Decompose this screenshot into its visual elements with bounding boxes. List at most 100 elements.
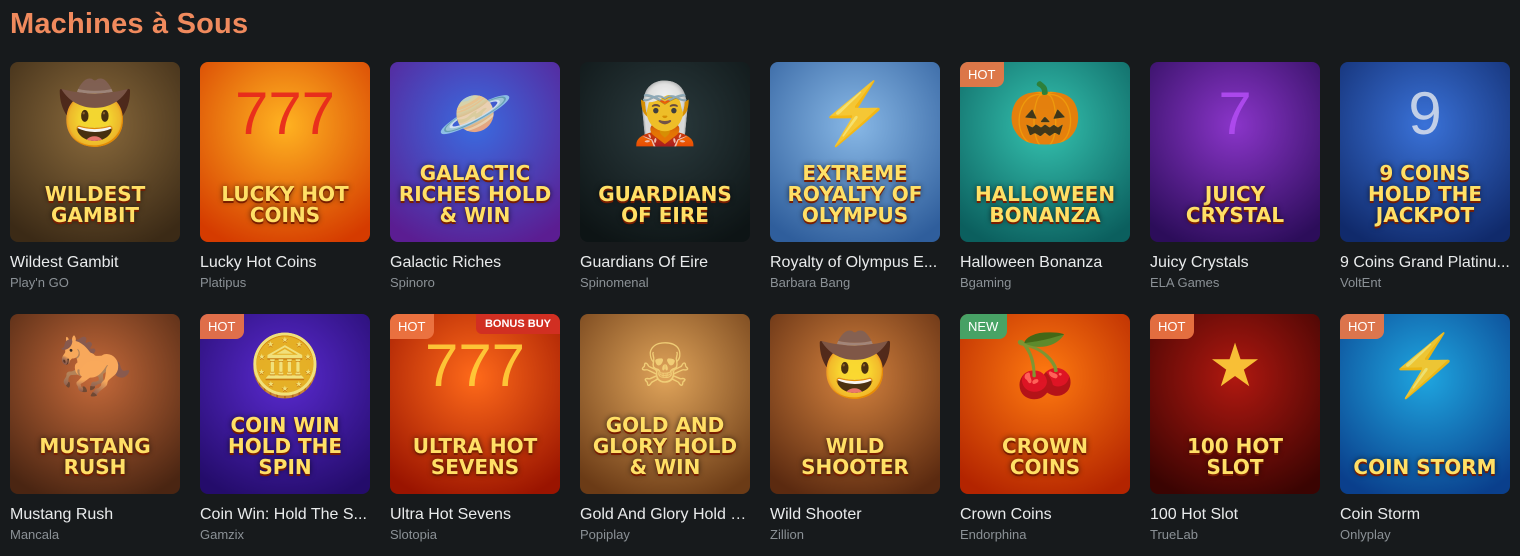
game-card[interactable]: 🤠 Wildest Gambit Wildest Gambit Play'n GO xyxy=(10,62,180,300)
game-provider: Play'n GO xyxy=(10,275,69,290)
game-art-icon: ★ xyxy=(1208,332,1262,399)
game-logo-text: Lucky Hot Coins xyxy=(221,182,349,227)
game-art-icon: 777 xyxy=(234,80,336,147)
slots-section: Machines à Sous 🤠 Wildest Gambit Wildest G… xyxy=(0,0,1520,556)
game-name[interactable]: Wild Shooter xyxy=(770,506,940,524)
game-thumbnail[interactable]: 🎃 Halloween Bonanza HOT xyxy=(960,62,1130,242)
game-name[interactable]: Lucky Hot Coins xyxy=(200,254,370,272)
game-logo-text: 100 Hot Slot xyxy=(1186,434,1284,479)
game-provider: Spinomenal xyxy=(580,275,649,290)
game-art-icon: 🤠 xyxy=(57,80,133,147)
game-provider: Gamzix xyxy=(200,527,245,542)
new-badge: NEW xyxy=(960,314,1008,339)
game-card[interactable]: 🤠 Wild Shooter Wild Shooter Zillion xyxy=(770,314,940,552)
game-provider: VoltEnt xyxy=(1340,275,1382,290)
game-logo-text: Crown Coins xyxy=(1002,434,1088,479)
section-title: Machines à Sous xyxy=(10,8,249,40)
game-thumbnail[interactable]: ⚡ extreme Royalty of Olympus xyxy=(770,62,940,242)
game-name[interactable]: Gold And Glory Hold a... xyxy=(580,506,750,524)
game-name[interactable]: 9 Coins Grand Platinu... xyxy=(1340,254,1510,272)
game-logo-text: Wild Shooter xyxy=(801,434,909,479)
game-card[interactable]: 🪐 Galactic Riches Hold & Win Galactic Rich… xyxy=(390,62,560,300)
game-logo-text: Gold and Glory Hold & Win xyxy=(592,413,738,479)
game-name[interactable]: Juicy Crystals xyxy=(1150,254,1320,272)
game-thumbnail[interactable]: 🤠 Wild Shooter xyxy=(770,314,940,494)
game-card[interactable]: 🎃 Halloween Bonanza HOT Halloween Bonanza Bg… xyxy=(960,62,1130,300)
game-thumbnail[interactable]: 777 Lucky Hot Coins xyxy=(200,62,370,242)
game-thumbnail[interactable]: 777 Ultra Hot Sevens HOT BONUS BUY xyxy=(390,314,560,494)
game-art-icon: 🎃 xyxy=(1007,80,1083,147)
game-thumbnail[interactable]: 9 9 Coins Hold the Jackpot xyxy=(1340,62,1510,242)
game-card[interactable]: 🍒 Crown Coins NEW Crown Coins Endorphina xyxy=(960,314,1130,552)
game-thumbnail[interactable]: 🪙 Coin Win Hold the Spin HOT xyxy=(200,314,370,494)
game-provider: Zillion xyxy=(770,527,804,542)
hot-badge: HOT xyxy=(960,62,1005,87)
game-thumbnail[interactable]: ☠ Gold and Glory Hold & Win xyxy=(580,314,750,494)
game-art-icon: 🤠 xyxy=(817,332,893,399)
game-name[interactable]: Crown Coins xyxy=(960,506,1130,524)
game-name[interactable]: Galactic Riches xyxy=(390,254,560,272)
game-art-icon: 🐎 xyxy=(57,332,133,399)
game-logo-text: Coin Storm xyxy=(1353,455,1497,479)
game-provider: TrueLab xyxy=(1150,527,1198,542)
game-provider: Popiplay xyxy=(580,527,630,542)
game-logo-text: 9 Coins Hold the Jackpot xyxy=(1367,161,1483,227)
game-thumbnail[interactable]: 🐎 Mustang Rush xyxy=(10,314,180,494)
game-art-icon: ⚡ xyxy=(1387,332,1463,399)
game-provider: Platipus xyxy=(200,275,247,290)
game-name[interactable]: Royalty of Olympus E... xyxy=(770,254,940,272)
hot-badge: HOT xyxy=(200,314,245,339)
game-logo-text: Guardians of Eire xyxy=(598,182,732,227)
game-logo-text: extreme Royalty of Olympus xyxy=(787,161,923,227)
game-provider: Mancala xyxy=(10,527,60,542)
game-card[interactable]: 777 Ultra Hot Sevens HOT BONUS BUY Ultra Hot… xyxy=(390,314,560,552)
game-card[interactable]: 🪙 Coin Win Hold the Spin HOT Coin Win: Hold… xyxy=(200,314,370,552)
game-grid: 🤠 Wildest Gambit Wildest Gambit Play'n GO 77… xyxy=(10,62,1510,552)
game-logo-text: Coin Win Hold the Spin xyxy=(227,413,343,479)
game-name[interactable]: Halloween Bonanza xyxy=(960,254,1130,272)
game-thumbnail[interactable]: 🧝 Guardians of Eire xyxy=(580,62,750,242)
game-name[interactable]: Coin Win: Hold The S... xyxy=(200,506,370,524)
game-logo-text: Wildest Gambit xyxy=(44,182,146,227)
game-provider: Endorphina xyxy=(960,527,1027,542)
game-logo-text: Juicy Crystal xyxy=(1185,182,1285,227)
game-thumbnail[interactable]: 🤠 Wildest Gambit xyxy=(10,62,180,242)
game-logo-text: Mustang Rush xyxy=(39,434,151,479)
game-art-icon: ⚡ xyxy=(817,80,893,147)
game-name[interactable]: Coin Storm xyxy=(1340,506,1510,524)
game-card[interactable]: ⚡ extreme Royalty of Olympus Royalty of Ol… xyxy=(770,62,940,300)
game-art-icon: 777 xyxy=(424,332,526,399)
game-card[interactable]: 🧝 Guardians of Eire Guardians Of Eire Spino… xyxy=(580,62,750,300)
game-name[interactable]: Wildest Gambit xyxy=(10,254,180,272)
game-name[interactable]: Mustang Rush xyxy=(10,506,180,524)
game-art-icon: 🧝 xyxy=(627,80,703,147)
game-logo-text: Ultra Hot Sevens xyxy=(412,434,538,479)
game-thumbnail[interactable]: 🍒 Crown Coins NEW xyxy=(960,314,1130,494)
game-art-icon: 9 xyxy=(1408,80,1442,147)
game-logo-text: Galactic Riches Hold & Win xyxy=(398,161,552,227)
game-provider: Spinoro xyxy=(390,275,435,290)
game-thumbnail[interactable]: 7 Juicy Crystal xyxy=(1150,62,1320,242)
game-card[interactable]: 7 Juicy Crystal Juicy Crystals ELA Games xyxy=(1150,62,1320,300)
hot-badge: HOT xyxy=(390,314,435,339)
hot-badge: HOT xyxy=(1150,314,1195,339)
game-card[interactable]: 777 Lucky Hot Coins Lucky Hot Coins Platipu… xyxy=(200,62,370,300)
game-name[interactable]: 100 Hot Slot xyxy=(1150,506,1320,524)
game-art-icon: 🪐 xyxy=(437,80,513,147)
game-logo-text: Halloween Bonanza xyxy=(974,182,1116,227)
game-card[interactable]: ☠ Gold and Glory Hold & Win Gold And Glory… xyxy=(580,314,750,552)
game-provider: Bgaming xyxy=(960,275,1012,290)
game-provider: Barbara Bang xyxy=(770,275,851,290)
game-card[interactable]: ★ 100 Hot Slot HOT 100 Hot Slot TrueLab xyxy=(1150,314,1320,552)
game-art-icon: 🍒 xyxy=(1007,332,1083,399)
game-thumbnail[interactable]: ⚡ Coin Storm HOT xyxy=(1340,314,1510,494)
game-name[interactable]: Ultra Hot Sevens xyxy=(390,506,560,524)
game-card[interactable]: 🐎 Mustang Rush Mustang Rush Mancala xyxy=(10,314,180,552)
game-thumbnail[interactable]: 🪐 Galactic Riches Hold & Win xyxy=(390,62,560,242)
game-art-icon: 7 xyxy=(1218,80,1252,147)
game-card[interactable]: 9 9 Coins Hold the Jackpot 9 Coins Grand P… xyxy=(1340,62,1510,300)
game-thumbnail[interactable]: ★ 100 Hot Slot HOT xyxy=(1150,314,1320,494)
game-name[interactable]: Guardians Of Eire xyxy=(580,254,750,272)
game-card[interactable]: ⚡ Coin Storm HOT Coin Storm Onlyplay xyxy=(1340,314,1510,552)
bonus-buy-badge: BONUS BUY xyxy=(475,314,560,334)
